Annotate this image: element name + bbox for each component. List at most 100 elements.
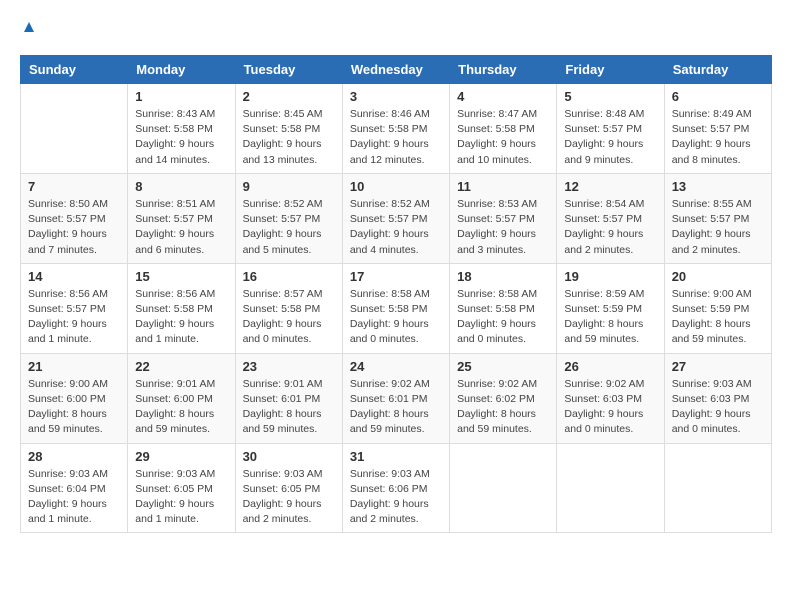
day-info: Sunrise: 8:51 AM Sunset: 5:57 PM Dayligh… — [135, 197, 227, 258]
calendar-cell: 22 Sunrise: 9:01 AM Sunset: 6:00 PM Dayli… — [128, 353, 235, 443]
day-number: 12 — [564, 179, 656, 194]
day-info: Sunrise: 9:02 AM Sunset: 6:03 PM Dayligh… — [564, 377, 656, 438]
weekday-header-wednesday: Wednesday — [342, 56, 449, 84]
day-info: Sunrise: 8:52 AM Sunset: 5:57 PM Dayligh… — [350, 197, 442, 258]
day-number: 29 — [135, 449, 227, 464]
calendar-cell: 2 Sunrise: 8:45 AM Sunset: 5:58 PM Daylig… — [235, 84, 342, 174]
calendar-week-5: 28 Sunrise: 9:03 AM Sunset: 6:04 PM Dayli… — [21, 443, 772, 533]
weekday-header-tuesday: Tuesday — [235, 56, 342, 84]
day-info: Sunrise: 9:02 AM Sunset: 6:01 PM Dayligh… — [350, 377, 442, 438]
day-info: Sunrise: 8:43 AM Sunset: 5:58 PM Dayligh… — [135, 107, 227, 168]
day-info: Sunrise: 9:03 AM Sunset: 6:04 PM Dayligh… — [28, 467, 120, 528]
day-info: Sunrise: 8:57 AM Sunset: 5:58 PM Dayligh… — [243, 287, 335, 348]
calendar-cell: 24 Sunrise: 9:02 AM Sunset: 6:01 PM Dayli… — [342, 353, 449, 443]
day-number: 3 — [350, 89, 442, 104]
logo-icon — [22, 20, 36, 34]
calendar-cell — [450, 443, 557, 533]
day-number: 22 — [135, 359, 227, 374]
day-number: 10 — [350, 179, 442, 194]
calendar-cell: 15 Sunrise: 8:56 AM Sunset: 5:58 PM Dayli… — [128, 263, 235, 353]
calendar-cell: 8 Sunrise: 8:51 AM Sunset: 5:57 PM Daylig… — [128, 173, 235, 263]
day-info: Sunrise: 9:03 AM Sunset: 6:06 PM Dayligh… — [350, 467, 442, 528]
calendar-cell: 30Sunrise: 9:03 AM Sunset: 6:05 PM Dayli… — [235, 443, 342, 533]
day-number: 8 — [135, 179, 227, 194]
day-number: 14 — [28, 269, 120, 284]
day-number: 1 — [135, 89, 227, 104]
day-number: 31 — [350, 449, 442, 464]
day-number: 4 — [457, 89, 549, 104]
calendar-cell: 14 Sunrise: 8:56 AM Sunset: 5:57 PM Dayli… — [21, 263, 128, 353]
day-info: Sunrise: 9:03 AM Sunset: 6:03 PM Dayligh… — [672, 377, 764, 438]
calendar-cell: 31 Sunrise: 9:03 AM Sunset: 6:06 PM Dayli… — [342, 443, 449, 533]
day-number: 26 — [564, 359, 656, 374]
weekday-header-friday: Friday — [557, 56, 664, 84]
calendar-cell: 29 Sunrise: 9:03 AM Sunset: 6:05 PM Dayli… — [128, 443, 235, 533]
day-info: Sunrise: 8:56 AM Sunset: 5:57 PM Dayligh… — [28, 287, 120, 348]
weekday-header-thursday: Thursday — [450, 56, 557, 84]
calendar-cell: 13 Sunrise: 8:55 AM Sunset: 5:57 PM Dayli… — [664, 173, 771, 263]
calendar-cell — [664, 443, 771, 533]
calendar-cell: 4 Sunrise: 8:47 AM Sunset: 5:58 PM Daylig… — [450, 84, 557, 174]
day-info: Sunrise: 8:52 AM Sunset: 5:57 PM Dayligh… — [243, 197, 335, 258]
weekday-header-monday: Monday — [128, 56, 235, 84]
day-number: 15 — [135, 269, 227, 284]
day-number: 27 — [672, 359, 764, 374]
day-number: 18 — [457, 269, 549, 284]
day-info: Sunrise: 8:48 AM Sunset: 5:57 PM Dayligh… — [564, 107, 656, 168]
day-info: Sunrise: 9:01 AM Sunset: 6:01 PM Dayligh… — [243, 377, 335, 438]
day-info: Sunrise: 8:46 AM Sunset: 5:58 PM Dayligh… — [350, 107, 442, 168]
day-number: 9 — [243, 179, 335, 194]
day-number: 2 — [243, 89, 335, 104]
day-number: 24 — [350, 359, 442, 374]
calendar-cell: 3 Sunrise: 8:46 AM Sunset: 5:58 PM Daylig… — [342, 84, 449, 174]
calendar-cell: 28 Sunrise: 9:03 AM Sunset: 6:04 PM Dayli… — [21, 443, 128, 533]
day-number: 28 — [28, 449, 120, 464]
day-info: Sunrise: 9:01 AM Sunset: 6:00 PM Dayligh… — [135, 377, 227, 438]
calendar-cell: 18 Sunrise: 8:58 AM Sunset: 5:58 PM Dayli… — [450, 263, 557, 353]
day-info: Sunrise: 8:53 AM Sunset: 5:57 PM Dayligh… — [457, 197, 549, 258]
calendar-cell: 16 Sunrise: 8:57 AM Sunset: 5:58 PM Dayli… — [235, 263, 342, 353]
day-number: 5 — [564, 89, 656, 104]
calendar-week-2: 7 Sunrise: 8:50 AM Sunset: 5:57 PM Daylig… — [21, 173, 772, 263]
calendar-cell: 6 Sunrise: 8:49 AM Sunset: 5:57 PM Daylig… — [664, 84, 771, 174]
calendar-cell — [557, 443, 664, 533]
day-number: 11 — [457, 179, 549, 194]
logo — [20, 20, 36, 39]
calendar-cell: 12Sunrise: 8:54 AM Sunset: 5:57 PM Dayli… — [557, 173, 664, 263]
calendar-table: SundayMondayTuesdayWednesdayThursdayFrid… — [20, 55, 772, 533]
day-number: 21 — [28, 359, 120, 374]
day-info: Sunrise: 8:56 AM Sunset: 5:58 PM Dayligh… — [135, 287, 227, 348]
calendar-cell: 21 Sunrise: 9:00 AM Sunset: 6:00 PM Dayli… — [21, 353, 128, 443]
calendar-cell: 20 Sunrise: 9:00 AM Sunset: 5:59 PM Dayli… — [664, 263, 771, 353]
day-info: Sunrise: 8:59 AM Sunset: 5:59 PM Dayligh… — [564, 287, 656, 348]
day-info: Sunrise: 8:45 AM Sunset: 5:58 PM Dayligh… — [243, 107, 335, 168]
calendar-cell: 1 Sunrise: 8:43 AM Sunset: 5:58 PM Daylig… — [128, 84, 235, 174]
day-number: 19 — [564, 269, 656, 284]
calendar-cell: 25Sunrise: 9:02 AM Sunset: 6:02 PM Dayli… — [450, 353, 557, 443]
calendar-cell: 11 Sunrise: 8:53 AM Sunset: 5:57 PM Dayli… — [450, 173, 557, 263]
calendar-cell: 17Sunrise: 8:58 AM Sunset: 5:58 PM Dayli… — [342, 263, 449, 353]
day-number: 23 — [243, 359, 335, 374]
day-info: Sunrise: 8:55 AM Sunset: 5:57 PM Dayligh… — [672, 197, 764, 258]
day-info: Sunrise: 9:00 AM Sunset: 6:00 PM Dayligh… — [28, 377, 120, 438]
day-info: Sunrise: 8:47 AM Sunset: 5:58 PM Dayligh… — [457, 107, 549, 168]
day-number: 16 — [243, 269, 335, 284]
day-info: Sunrise: 8:49 AM Sunset: 5:57 PM Dayligh… — [672, 107, 764, 168]
day-info: Sunrise: 9:00 AM Sunset: 5:59 PM Dayligh… — [672, 287, 764, 348]
calendar-week-3: 14 Sunrise: 8:56 AM Sunset: 5:57 PM Dayli… — [21, 263, 772, 353]
weekday-header-sunday: Sunday — [21, 56, 128, 84]
day-info: Sunrise: 9:03 AM Sunset: 6:05 PM Dayligh… — [135, 467, 227, 528]
calendar-cell: 9 Sunrise: 8:52 AM Sunset: 5:57 PM Daylig… — [235, 173, 342, 263]
day-number: 13 — [672, 179, 764, 194]
calendar-cell: 19 Sunrise: 8:59 AM Sunset: 5:59 PM Dayli… — [557, 263, 664, 353]
day-number: 7 — [28, 179, 120, 194]
day-number: 17 — [350, 269, 442, 284]
day-info: Sunrise: 9:02 AM Sunset: 6:02 PM Dayligh… — [457, 377, 549, 438]
day-number: 20 — [672, 269, 764, 284]
day-info: Sunrise: 8:58 AM Sunset: 5:58 PM Dayligh… — [457, 287, 549, 348]
calendar-cell: 10 Sunrise: 8:52 AM Sunset: 5:57 PM Dayli… — [342, 173, 449, 263]
day-info: Sunrise: 8:50 AM Sunset: 5:57 PM Dayligh… — [28, 197, 120, 258]
day-number: 30 — [243, 449, 335, 464]
page-header — [20, 20, 772, 39]
day-number: 6 — [672, 89, 764, 104]
